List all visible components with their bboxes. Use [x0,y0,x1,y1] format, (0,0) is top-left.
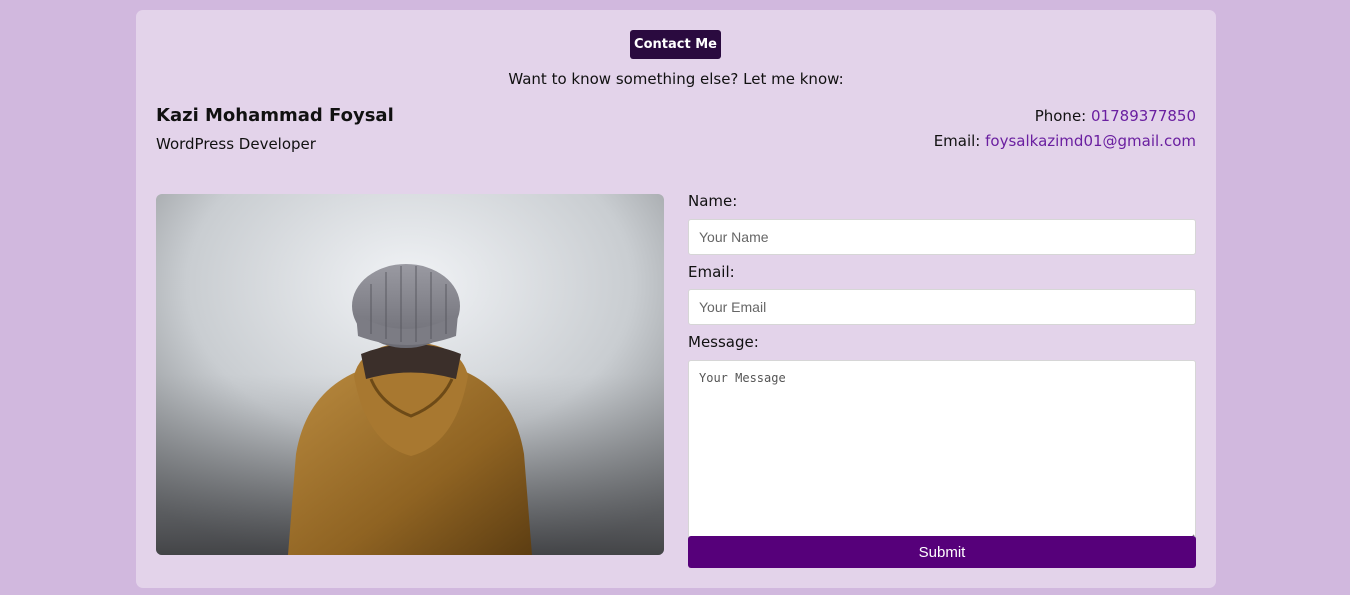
contact-me-button[interactable]: Contact Me [630,30,721,59]
email-field-label: Email: [688,263,735,281]
email-input[interactable] [688,289,1196,325]
email-link[interactable]: foysalkazimd01@gmail.com [985,132,1196,150]
name-label: Name: [688,192,738,210]
contact-card: Contact Me Want to know something else? … [136,10,1216,588]
phone-label: Phone: [1034,107,1087,125]
email-label: Email: [933,132,981,150]
phone-line: Phone: 01789377850 [1035,107,1196,125]
email-line: Email: foysalkazimd01@gmail.com [934,132,1196,150]
submit-button[interactable]: Submit [688,536,1196,568]
profile-name: Kazi Mohammad Foysal [156,105,394,126]
section-subtitle: Want to know something else? Let me know… [508,70,844,88]
profile-role: WordPress Developer [156,135,316,153]
message-label: Message: [688,333,759,351]
phone-link[interactable]: 01789377850 [1091,107,1196,125]
profile-photo [156,194,664,555]
photo-person-in-beanie-and-jacket [156,194,664,555]
message-textarea[interactable] [688,360,1196,544]
name-input[interactable] [688,219,1196,255]
